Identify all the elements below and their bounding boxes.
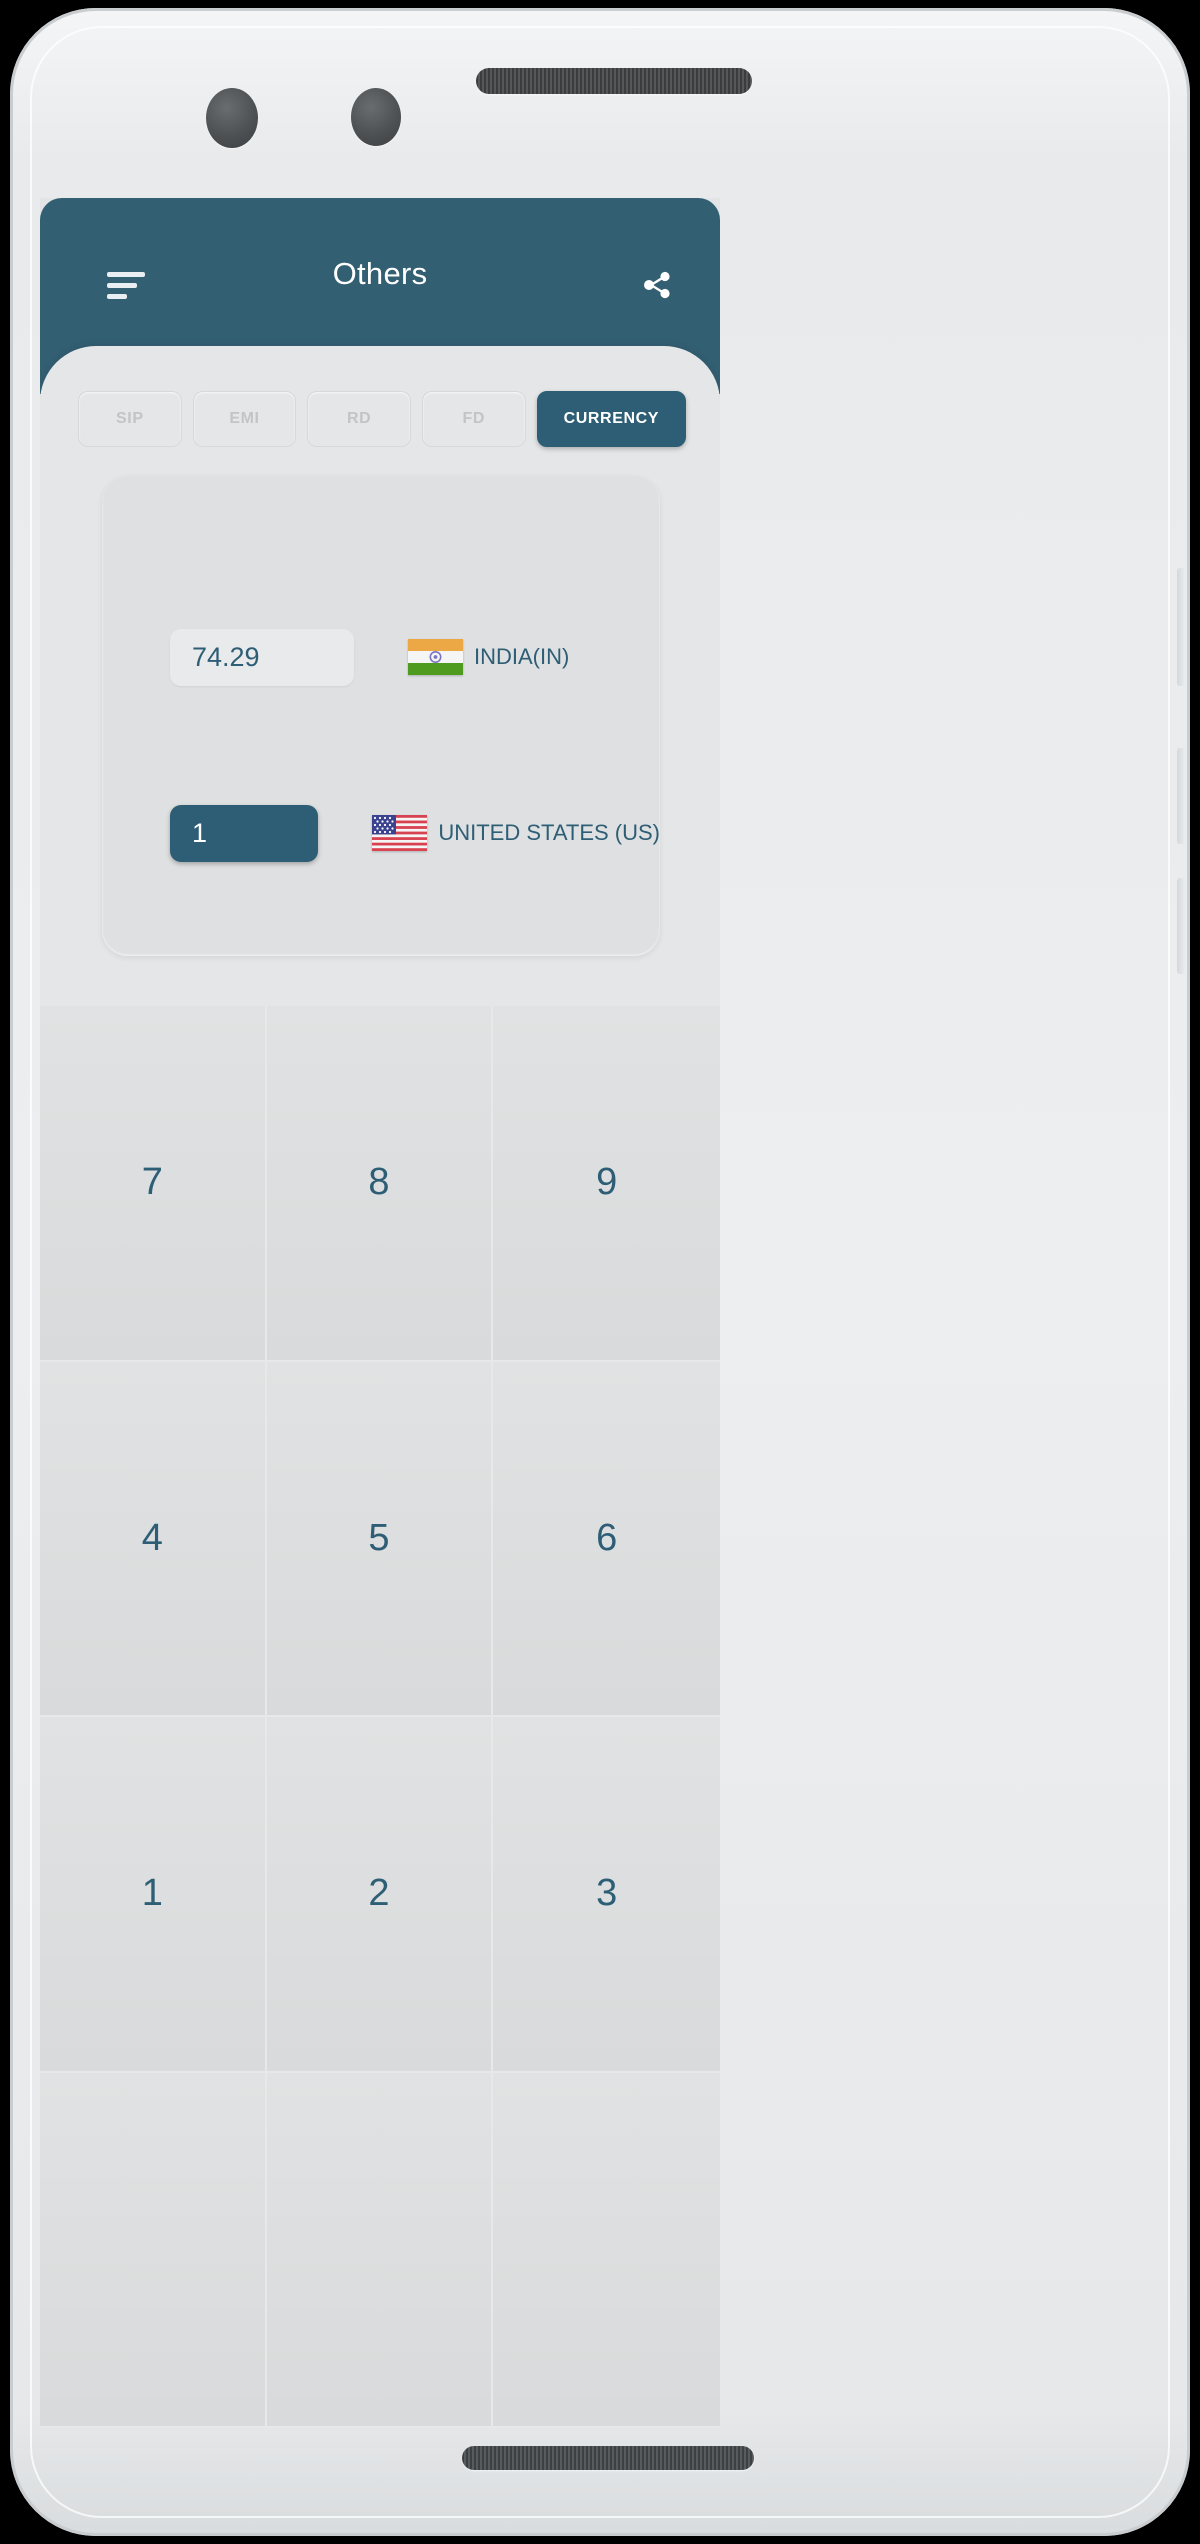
currency-row-united-states: 1 UNITED STATES (US): [102, 802, 660, 864]
tab-rd[interactable]: RD: [307, 391, 411, 447]
amount-input-united-states[interactable]: 1: [170, 804, 319, 862]
volume-down-button[interactable]: [1177, 878, 1186, 974]
key-1[interactable]: 1: [40, 1717, 267, 2073]
key-7[interactable]: 7: [40, 1006, 267, 1362]
calculator-tab-row: SIP EMI RD FD CURRENCY: [78, 391, 687, 447]
key-8[interactable]: 8: [266, 1006, 494, 1362]
key-5[interactable]: 5: [266, 1361, 494, 1717]
key-3[interactable]: 3: [493, 1717, 720, 2073]
front-camera-icon: [206, 88, 258, 148]
proximity-sensor-icon: [351, 88, 401, 146]
earpiece-speaker: [476, 68, 752, 94]
share-icon[interactable]: [640, 268, 674, 302]
country-label-united-states[interactable]: UNITED STATES (US): [438, 820, 660, 846]
tab-sip[interactable]: SIP: [78, 391, 182, 447]
key-6[interactable]: 6: [493, 1361, 720, 1717]
amount-input-india[interactable]: 74.29: [170, 628, 354, 686]
india-flag-icon: [408, 639, 463, 675]
content-sheet: SIP EMI RD FD CURRENCY 74.29 INDIA(IN) 1…: [40, 346, 720, 1006]
currency-converter-card: 74.29 INDIA(IN) 1 UNITED STATES (US): [102, 476, 660, 956]
country-label-india[interactable]: INDIA(IN): [474, 644, 569, 670]
page-title: Others: [332, 256, 428, 291]
volume-up-button[interactable]: [1177, 748, 1186, 844]
bottom-speaker: [462, 2446, 754, 2470]
phone-frame: Others SIP EMI RD FD CURRENCY 74.29 INDI…: [10, 8, 1190, 2536]
phone-screen: Others SIP EMI RD FD CURRENCY 74.29 INDI…: [40, 198, 720, 2428]
tab-fd[interactable]: FD: [421, 391, 526, 447]
key-4[interactable]: 4: [40, 1361, 267, 1717]
power-button[interactable]: [1177, 568, 1186, 686]
key-9[interactable]: 9: [493, 1006, 720, 1362]
key-bottom-center[interactable]: [266, 2072, 494, 2428]
united-states-flag-icon: [372, 815, 428, 851]
numeric-keypad: 7 8 9 4 5 6 1 2 3: [40, 1006, 720, 2428]
currency-row-india: 74.29 INDIA(IN): [102, 626, 660, 688]
key-bottom-left[interactable]: [40, 2072, 267, 2428]
key-2[interactable]: 2: [266, 1717, 494, 2073]
tab-currency[interactable]: CURRENCY: [536, 391, 687, 447]
tab-emi[interactable]: EMI: [192, 391, 297, 447]
key-bottom-right[interactable]: [493, 2072, 720, 2428]
